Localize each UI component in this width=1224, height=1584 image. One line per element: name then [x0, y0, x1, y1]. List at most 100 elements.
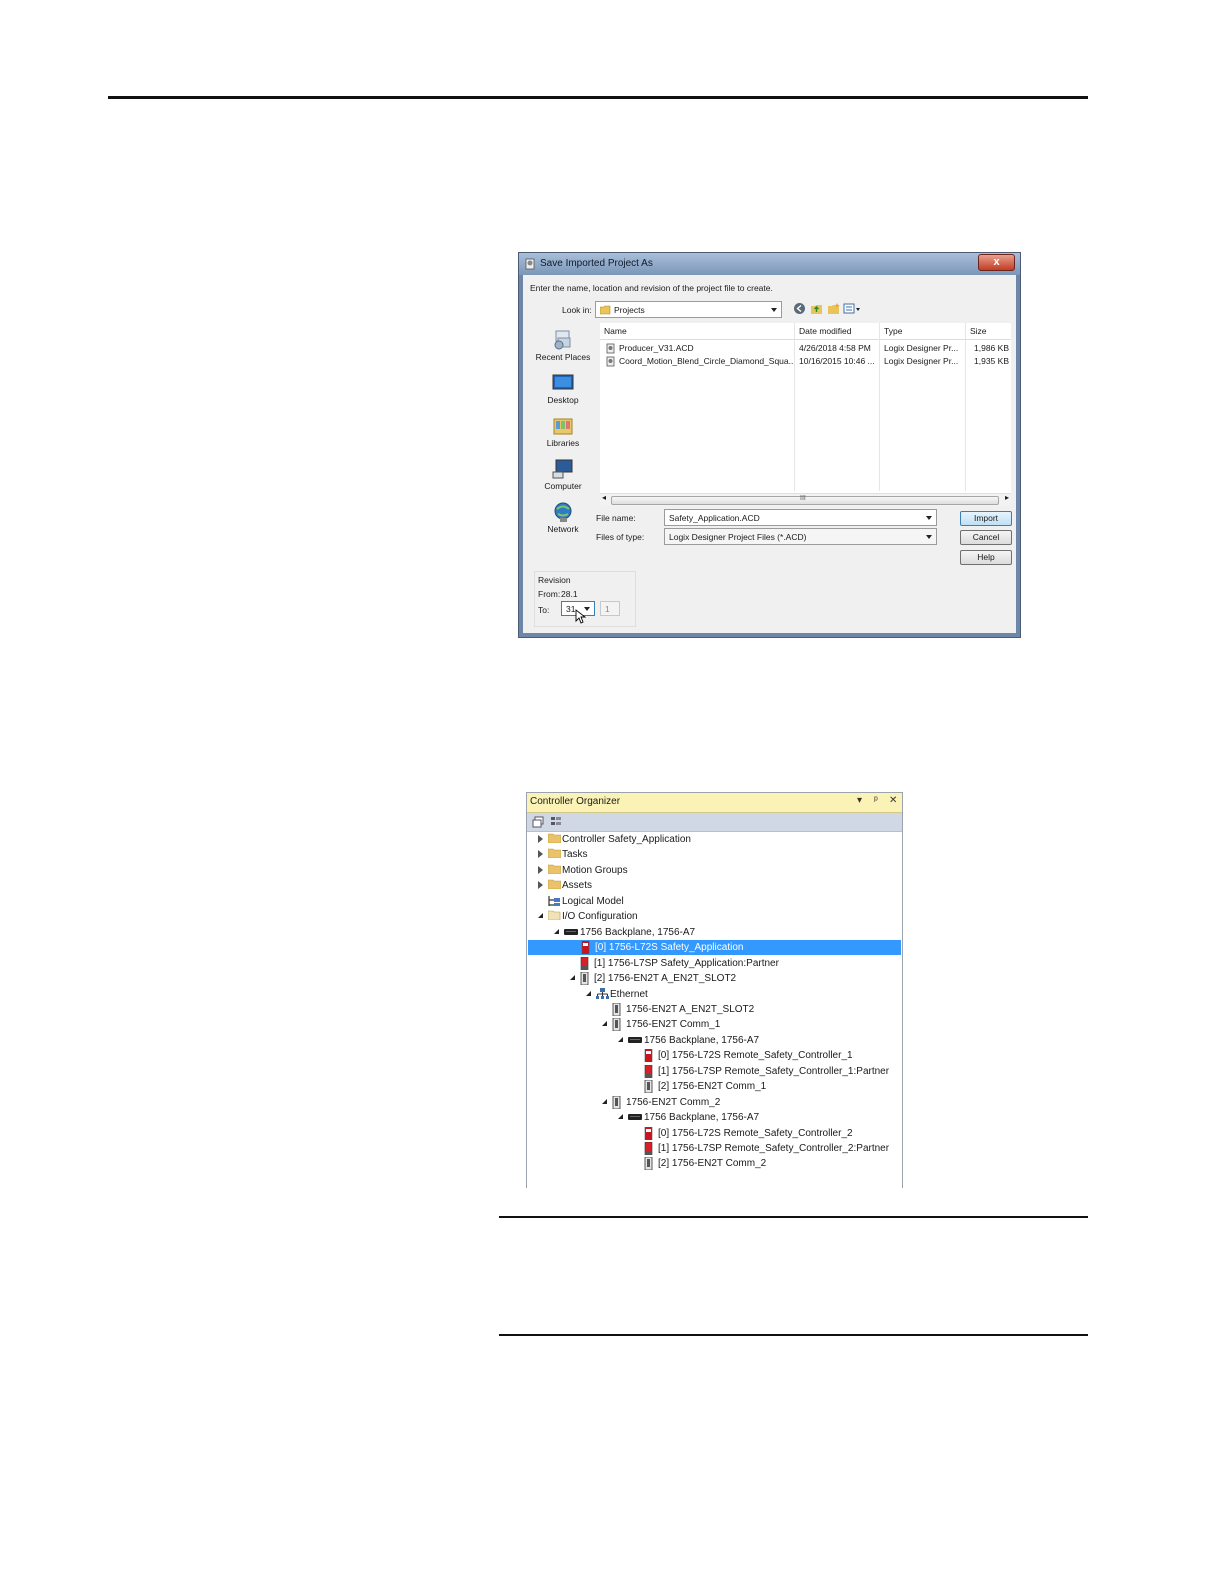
scroll-right-icon[interactable]: ▸: [1005, 493, 1009, 502]
collapsed-arrow-icon[interactable]: [538, 835, 543, 843]
collapsed-arrow-icon[interactable]: [538, 881, 543, 890]
tree-node[interactable]: 1756 Backplane, 1756-A7: [527, 925, 900, 940]
expanded-arrow-icon[interactable]: [618, 1036, 623, 1042]
tree-node[interactable]: [0] 1756-L72S Safety_Application: [528, 940, 901, 956]
back-icon[interactable]: [793, 302, 806, 315]
chevron-down-icon: [926, 535, 932, 539]
close-icon[interactable]: ✕: [889, 795, 897, 806]
tree-node[interactable]: Controller Safety_Application: [527, 832, 900, 847]
revision-minor-field: 1: [600, 601, 620, 616]
tree-node-label: [0] 1756-L72S Safety_Application: [595, 942, 744, 954]
tree-node[interactable]: [2] 1756-EN2T A_EN2T_SLOT2: [527, 971, 900, 986]
place-recent-places[interactable]: Recent Places: [531, 329, 595, 362]
tree-node[interactable]: [0] 1756-L72S Remote_Safety_Controller_2: [527, 1126, 900, 1141]
recent-places-icon: [554, 330, 571, 350]
folder-icon: [547, 864, 562, 879]
chevron-down-icon[interactable]: [926, 516, 932, 520]
column-type[interactable]: Type: [884, 326, 902, 336]
import-button[interactable]: Import: [960, 511, 1012, 526]
expanded-arrow-icon[interactable]: [602, 1021, 607, 1027]
column-name[interactable]: Name: [604, 326, 627, 336]
tree-node-label: [1] 1756-L7SP Remote_Safety_Controller_1…: [658, 1065, 890, 1077]
file-list[interactable]: Name Date modified Type Size Producer_V3…: [600, 323, 1011, 503]
folder-icon: [600, 305, 611, 315]
tree-node[interactable]: Tasks: [527, 847, 900, 862]
tree-node-label: [2] 1756-EN2T A_EN2T_SLOT2: [594, 973, 737, 985]
place-network[interactable]: Network: [531, 501, 595, 534]
dialog-title-bar[interactable]: Save Imported Project As x: [519, 253, 1020, 275]
tree-node-label: I/O Configuration: [562, 911, 638, 923]
expanded-arrow-icon[interactable]: [602, 1098, 607, 1104]
horizontal-scrollbar[interactable]: ◂ III ▸: [600, 493, 1011, 506]
column-size[interactable]: Size: [970, 326, 987, 336]
tree-node[interactable]: 1756-EN2T Comm_1: [527, 1017, 900, 1032]
tree-node[interactable]: 1756-EN2T A_EN2T_SLOT2: [527, 1002, 900, 1017]
tree-node-label: 1756 Backplane, 1756-A7: [644, 1034, 760, 1046]
file-name-input[interactable]: Safety_Application.ACD: [664, 509, 937, 526]
note-top-rule: [499, 1216, 1088, 1218]
file-row[interactable]: Coord_Motion_Blend_Circle_Diamond_Squa..…: [600, 355, 1011, 368]
collapse-all-icon[interactable]: [532, 816, 544, 828]
expanded-arrow-icon[interactable]: [570, 975, 575, 981]
tree-node[interactable]: Motion Groups: [527, 863, 900, 878]
tree-node[interactable]: 1756 Backplane, 1756-A7: [527, 1033, 900, 1048]
collapsed-arrow-icon[interactable]: [538, 865, 543, 874]
column-date-modified[interactable]: Date modified: [799, 326, 851, 336]
expanded-arrow-icon[interactable]: [538, 913, 543, 919]
tree-node-label: Logical Model: [562, 895, 624, 907]
top-rule: [108, 96, 1088, 99]
tree-node[interactable]: [1] 1756-L7SP Remote_Safety_Controller_1…: [527, 1064, 900, 1079]
help-button[interactable]: Help: [960, 550, 1012, 565]
folder-icon: [547, 848, 562, 863]
cancel-button[interactable]: Cancel: [960, 530, 1012, 545]
organizer-toolbar: [527, 813, 902, 832]
dropdown-icon[interactable]: ▾: [857, 795, 862, 806]
expanded-arrow-icon[interactable]: [618, 1114, 623, 1120]
scroll-left-icon[interactable]: ◂: [602, 493, 606, 502]
tree-node-label: [1] 1756-L7SP Remote_Safety_Controller_2…: [658, 1143, 890, 1154]
expanded-arrow-icon[interactable]: [586, 990, 591, 996]
tree-node[interactable]: Assets: [527, 878, 900, 893]
tree-node[interactable]: 1756 Backplane, 1756-A7: [527, 1110, 900, 1125]
up-folder-icon[interactable]: [810, 302, 823, 315]
tree-node[interactable]: [0] 1756-L72S Remote_Safety_Controller_1: [527, 1048, 900, 1063]
tree-node[interactable]: I/O Configuration: [527, 909, 900, 924]
file-row[interactable]: Producer_V31.ACD 4/26/2018 4:58 PM Logix…: [600, 342, 1011, 355]
file-type-select[interactable]: Logix Designer Project Files (*.ACD): [664, 528, 937, 545]
revision-from-label: From:: [538, 589, 561, 599]
controller-organizer-panel: Controller Organizer ▾ ᵖ ✕ Controller Sa…: [526, 792, 903, 1188]
backplane-icon: [628, 1111, 642, 1126]
place-libraries[interactable]: Libraries: [531, 415, 595, 448]
tree-node[interactable]: 1756-EN2T Comm_2: [527, 1095, 900, 1110]
tree-node-label: 1756 Backplane, 1756-A7: [644, 1112, 760, 1124]
project-file-icon: [606, 343, 615, 354]
file-list-header: Name Date modified Type Size: [600, 323, 1011, 340]
tree-node-label: [2] 1756-EN2T Comm_1: [658, 1081, 767, 1093]
libraries-icon: [553, 418, 573, 435]
collapsed-arrow-icon[interactable]: [538, 850, 543, 859]
new-folder-icon[interactable]: [827, 302, 840, 315]
tree-node[interactable]: [1] 1756-L7SP Remote_Safety_Controller_2…: [527, 1141, 900, 1156]
look-in-dropdown[interactable]: Projects: [595, 301, 782, 318]
view-menu-icon[interactable]: [843, 303, 861, 315]
dialog-title: Save Imported Project As: [540, 258, 653, 269]
mouse-cursor-icon: [575, 609, 586, 624]
tree-node[interactable]: Logical Model: [527, 894, 900, 909]
revision-label: Revision: [538, 575, 571, 585]
tree-view-icon[interactable]: [550, 816, 562, 828]
scrollbar-thumb[interactable]: III: [611, 495, 999, 505]
revision-to-label: To:: [538, 605, 550, 615]
tree-node[interactable]: [2] 1756-EN2T Comm_1: [527, 1079, 900, 1094]
tree-node-label: 1756-EN2T A_EN2T_SLOT2: [626, 1003, 755, 1015]
tree-node[interactable]: [2] 1756-EN2T Comm_2: [527, 1156, 900, 1171]
tree-node[interactable]: [1] 1756-L7SP Safety_Application:Partner: [527, 956, 900, 971]
folder-icon: [547, 879, 562, 894]
close-button[interactable]: x: [978, 254, 1015, 271]
pin-icon[interactable]: ᵖ: [874, 795, 878, 806]
project-file-icon: [525, 258, 535, 270]
tree-node[interactable]: Ethernet: [527, 987, 900, 1002]
place-desktop[interactable]: Desktop: [531, 372, 595, 405]
expanded-arrow-icon[interactable]: [554, 928, 559, 934]
chevron-down-icon: [771, 308, 777, 312]
place-computer[interactable]: Computer: [531, 458, 595, 491]
